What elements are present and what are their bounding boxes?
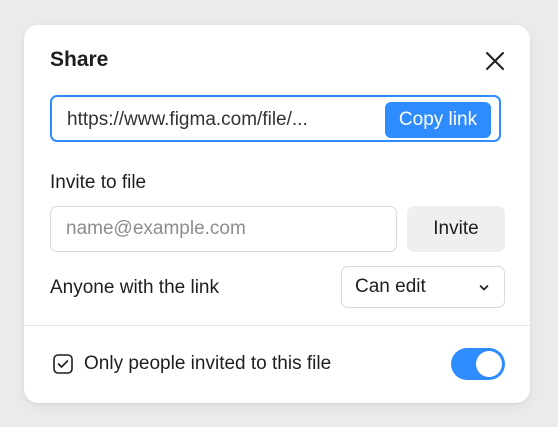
permission-select[interactable]: Can edit <box>341 266 505 308</box>
chevron-down-icon <box>478 282 490 294</box>
close-button[interactable] <box>482 48 508 74</box>
share-link-field[interactable]: https://www.figma.com/file/... Copy link <box>50 95 501 142</box>
email-input[interactable] <box>50 206 397 252</box>
checkbox-checked-icon <box>53 354 73 374</box>
restrict-toggle[interactable] <box>451 348 505 380</box>
section-divider <box>24 325 530 326</box>
close-icon <box>486 52 504 70</box>
invite-section-label: Invite to file <box>50 172 147 193</box>
toggle-knob <box>476 351 502 377</box>
copy-link-button[interactable]: Copy link <box>385 102 491 138</box>
permission-select-value: Can edit <box>355 276 426 297</box>
share-link-url[interactable]: https://www.figma.com/file/... <box>67 109 308 131</box>
restrict-checkbox[interactable] <box>53 354 73 374</box>
invite-button[interactable]: Invite <box>407 206 505 252</box>
share-dialog: Share https://www.figma.com/file/... Cop… <box>24 25 530 403</box>
restrict-label: Only people invited to this file <box>84 353 332 374</box>
dialog-title: Share <box>50 48 109 71</box>
link-permission-label: Anyone with the link <box>50 277 219 298</box>
